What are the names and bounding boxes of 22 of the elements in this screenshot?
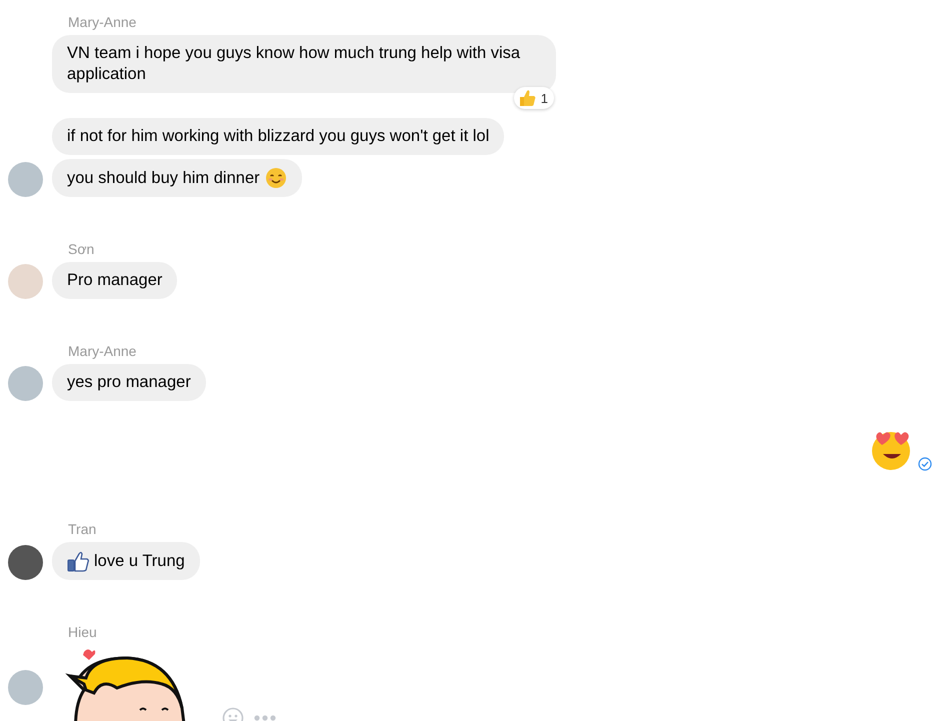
- avatar: [8, 264, 43, 299]
- message-text: if not for him working with blizzard you guys won't get it lol: [67, 126, 490, 147]
- sender-name: Mary-Anne: [68, 14, 136, 30]
- thumbs-up-icon: [518, 89, 536, 107]
- reaction-badge[interactable]: 1: [514, 87, 554, 109]
- message-text: you should buy him dinner: [67, 168, 260, 188]
- more-icon[interactable]: [254, 715, 276, 721]
- message-text: VN team i hope you guys know how much trung help with visa application: [67, 43, 522, 85]
- sender-name: Sơn: [68, 241, 94, 257]
- message-text: yes pro manager: [67, 372, 191, 393]
- read-receipt-icon: [918, 457, 932, 471]
- sender-name: Tran: [68, 521, 96, 537]
- sender-name: Hieu: [68, 624, 97, 640]
- smiling-face-icon: [264, 167, 287, 189]
- message-text: Pro manager: [67, 270, 162, 291]
- avatar: [8, 366, 43, 401]
- avatar: [8, 162, 43, 197]
- thumbs-up-icon: [67, 550, 89, 572]
- sender-name: Mary-Anne: [68, 343, 136, 359]
- avatar: [8, 670, 43, 705]
- avatar: [8, 545, 43, 580]
- message-text: love u Trung: [94, 550, 185, 572]
